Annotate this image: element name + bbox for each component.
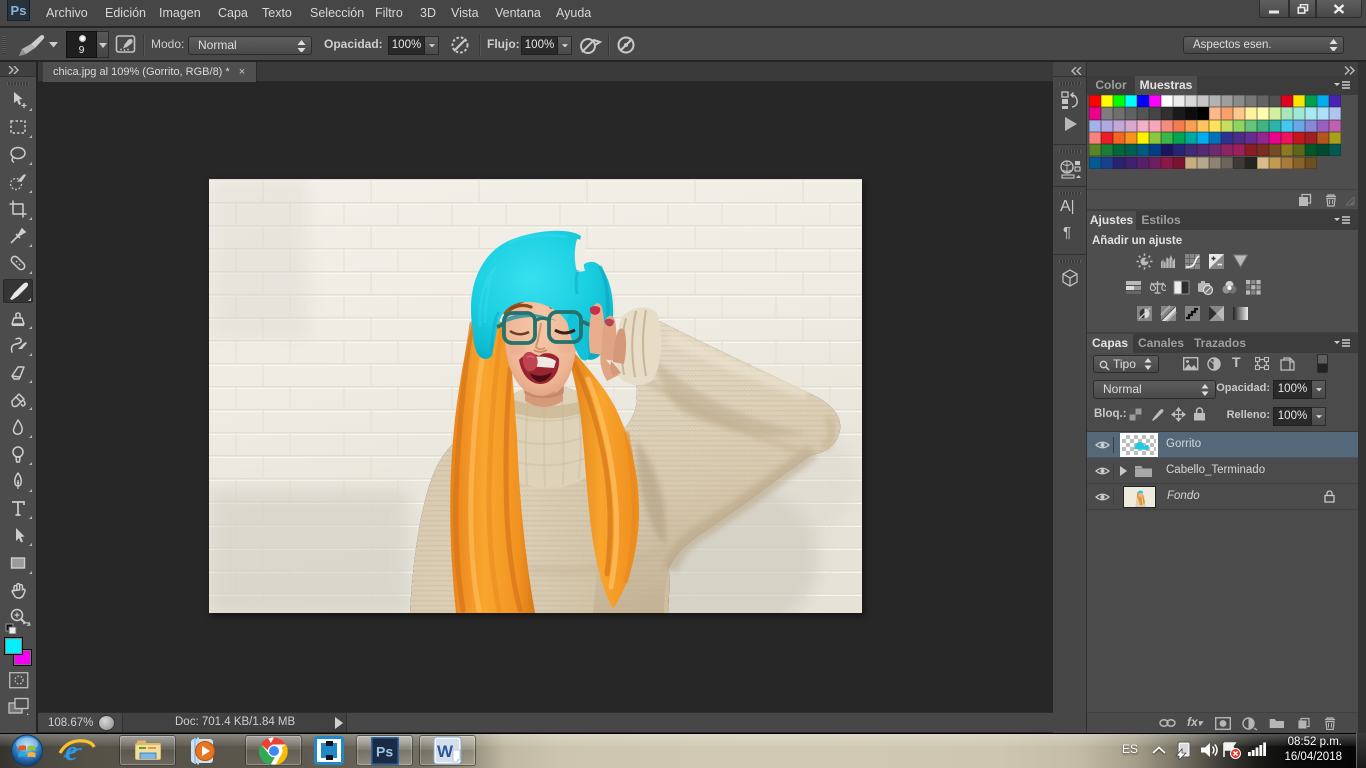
svg-text:W: W bbox=[437, 742, 454, 761]
svg-text:Ps: Ps bbox=[376, 744, 393, 760]
